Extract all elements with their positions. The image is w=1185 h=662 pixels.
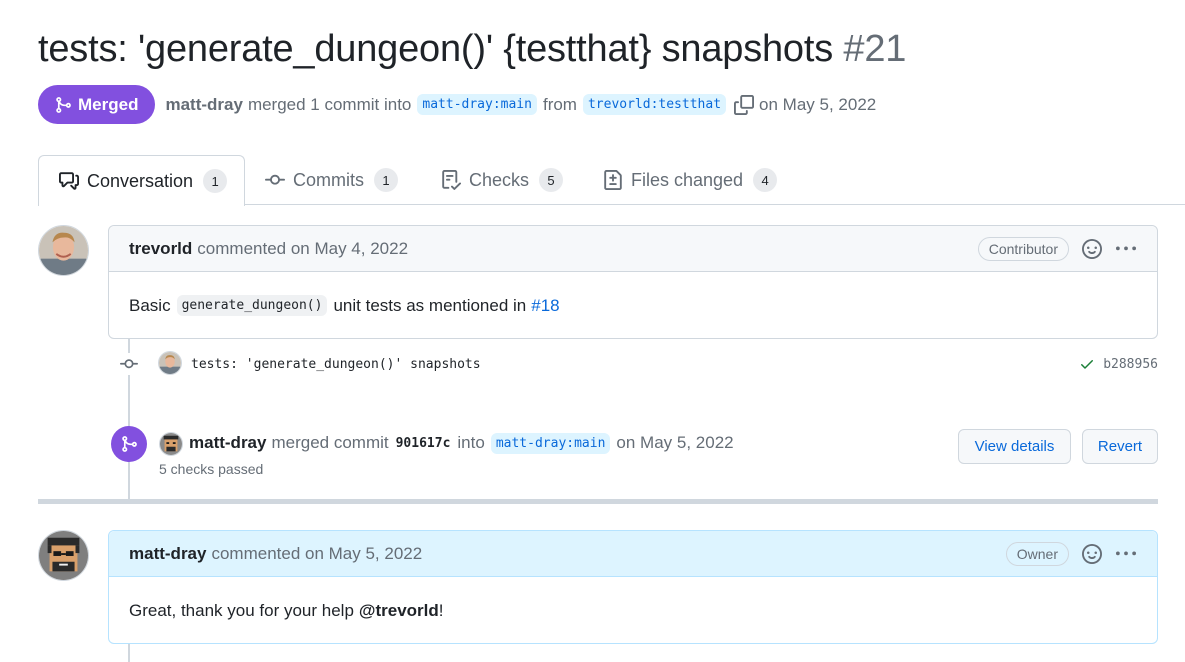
merge-author-link[interactable]: matt-dray (189, 433, 266, 453)
base-branch[interactable]: matt-dray:main (417, 94, 537, 115)
from-text: from (542, 94, 577, 114)
head-branch[interactable]: trevorld:testthat (582, 94, 727, 115)
pr-title: tests: 'generate_dungeon()' {testthat} s… (38, 28, 906, 71)
git-commit-icon (265, 174, 285, 185)
avatar-trevorld[interactable] (38, 225, 89, 276)
file-diff-icon (604, 170, 622, 190)
smiley-icon[interactable] (1081, 238, 1103, 260)
merge-commit-sha-link[interactable]: 901617c (396, 436, 451, 451)
state-label: Merged (78, 94, 139, 114)
tab-conversation[interactable]: Conversation 1 (38, 155, 245, 206)
pr-title-text: tests: 'generate_dungeon()' {testthat} s… (38, 28, 834, 70)
pr-tabs: Conversation 1 Commits 1 Checks 5 Files … (38, 155, 1185, 206)
avatar-matt-dray[interactable] (38, 530, 89, 581)
merge-target-branch[interactable]: matt-dray:main (490, 432, 611, 454)
commit-sha-link[interactable]: b288956 (1103, 357, 1158, 372)
tab-files-changed-label: Files changed (631, 169, 744, 190)
role-badge: Owner (1005, 541, 1069, 566)
user-mention-link[interactable]: @trevorld (359, 601, 439, 621)
tab-files-changed-count: 4 (753, 168, 778, 192)
comment-timestamp[interactable]: commented on May 4, 2022 (197, 239, 408, 259)
pr-meta: Merged matt-dray merged 1 commit into ma… (38, 85, 876, 124)
tab-checks[interactable]: Checks 5 (441, 155, 564, 205)
tab-checks-label: Checks (469, 169, 530, 190)
comment-text: ! (438, 600, 444, 620)
merge-event-text: matt-dray merged commit 901617c into mat… (189, 431, 734, 455)
merged-text: merged 1 commit into (247, 94, 412, 114)
comment-header: trevorld commented on May 4, 2022 Contri… (109, 226, 1157, 272)
kebab-horizontal-icon[interactable] (1115, 543, 1137, 565)
tab-commits-count: 1 (374, 168, 398, 192)
git-merge-icon (56, 96, 71, 113)
avatar-trevorld-small[interactable] (158, 351, 182, 375)
smiley-icon[interactable] (1081, 543, 1103, 565)
kebab-horizontal-icon[interactable] (1115, 238, 1137, 260)
tab-commits[interactable]: Commits 1 (265, 155, 398, 205)
pr-number: #21 (843, 28, 907, 70)
tab-conversation-label: Conversation (87, 170, 194, 191)
state-badge: Merged (38, 85, 156, 124)
view-details-button[interactable]: View details (958, 429, 1071, 464)
tab-commits-label: Commits (293, 169, 364, 190)
timeline-line (128, 643, 130, 662)
checklist-icon (442, 170, 461, 190)
avatar-matt-dray-small[interactable] (159, 432, 183, 456)
comment-text: unit tests as mentioned in (333, 295, 527, 315)
comment-timestamp[interactable]: commented on May 5, 2022 (211, 544, 422, 564)
merge-date: on May 5, 2022 (759, 94, 877, 114)
comment-discussion-icon (59, 172, 79, 190)
commit-message-link[interactable]: tests: 'generate_dungeon()' snapshots (191, 357, 481, 372)
tab-conversation-count: 1 (203, 169, 228, 193)
comment-body: Great, thank you for your help @trevorld… (109, 577, 1157, 644)
comment-author[interactable]: matt-dray (129, 544, 206, 564)
pr-author-link[interactable]: matt-dray (165, 95, 242, 115)
commit-event: tests: 'generate_dungeon()' snapshots b2… (118, 350, 1158, 378)
copy-icon[interactable] (734, 94, 755, 115)
git-commit-icon (118, 353, 140, 375)
git-merge-icon (111, 426, 147, 462)
merge-event-date[interactable]: on May 5, 2022 (616, 433, 733, 453)
comment-header: matt-dray commented on May 5, 2022 Owner (109, 531, 1157, 577)
into-text: into (457, 433, 485, 452)
timeline-divider (38, 499, 1158, 504)
comment-text: Basic (129, 295, 171, 315)
issue-link[interactable]: #18 (531, 296, 559, 316)
revert-button[interactable]: Revert (1082, 429, 1158, 464)
comment-body: Basic generate_dungeon() unit tests as m… (109, 272, 1157, 339)
merge-text: merged commit (271, 433, 389, 452)
comment-matt-dray: matt-dray commented on May 5, 2022 Owner… (108, 530, 1158, 644)
comment-trevorld: trevorld commented on May 4, 2022 Contri… (108, 225, 1158, 339)
role-badge: Contributor (977, 236, 1069, 261)
tab-files-changed[interactable]: Files changed 4 (603, 155, 778, 205)
check-icon[interactable] (1079, 356, 1095, 372)
checks-passed-text: 5 checks passed (159, 461, 264, 477)
comment-text: Great, thank you for your help (129, 600, 354, 620)
commit-status: b288956 (1079, 356, 1158, 372)
comment-author[interactable]: trevorld (129, 239, 192, 259)
inline-code: generate_dungeon() (176, 295, 328, 316)
tab-checks-count: 5 (539, 168, 564, 192)
